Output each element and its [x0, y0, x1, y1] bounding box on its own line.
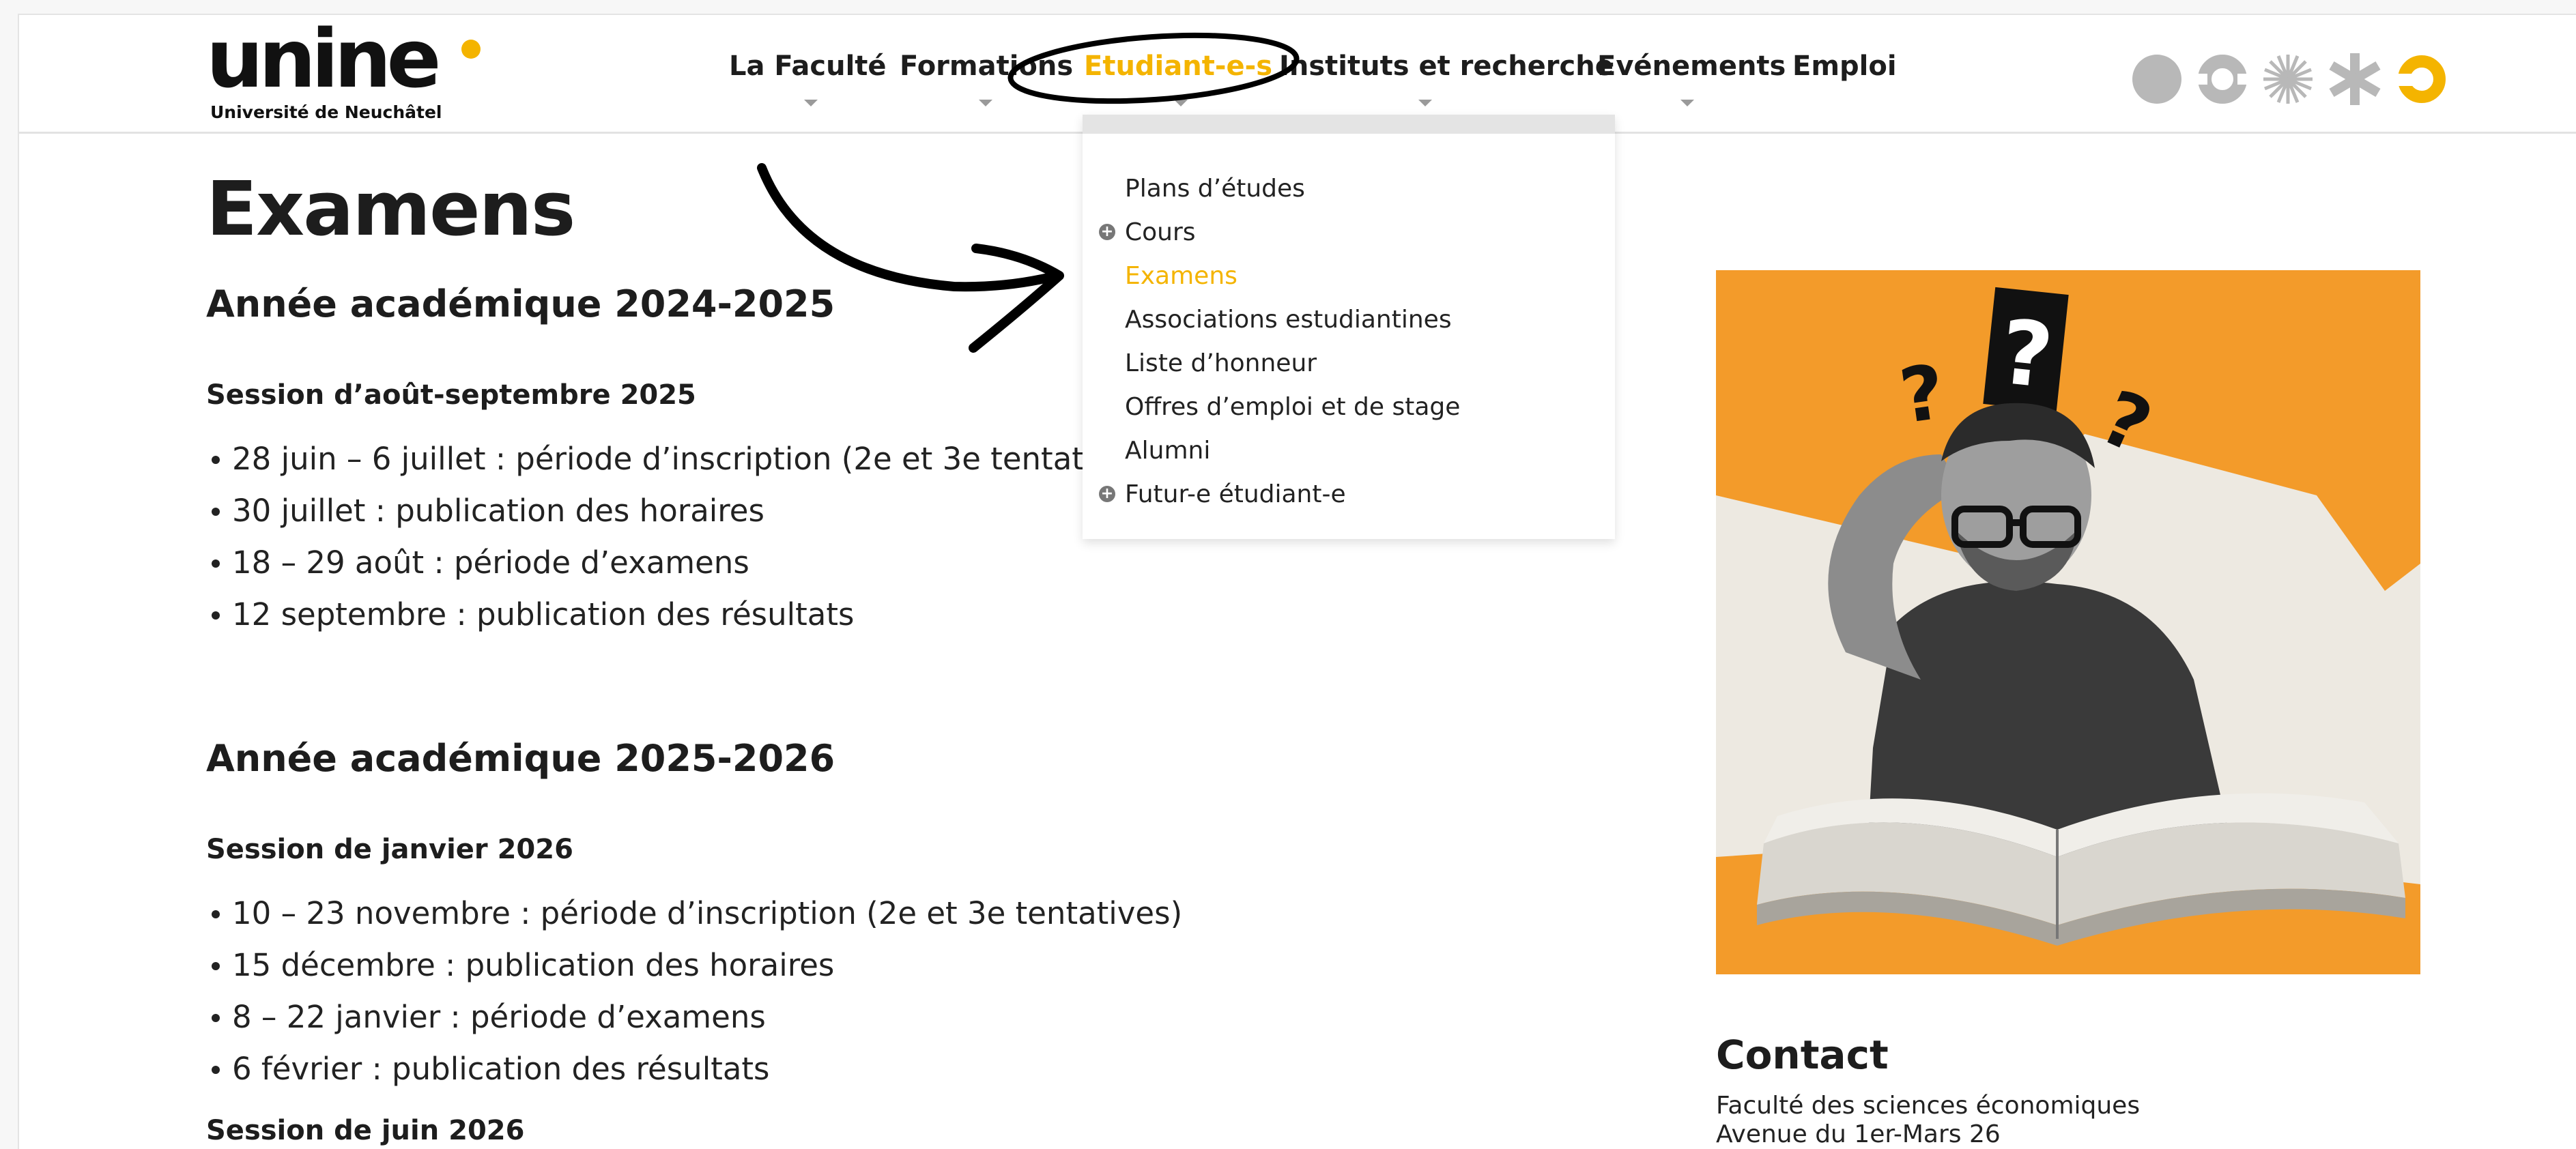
year-heading-2024-2025: Année académique 2024-2025 — [206, 282, 835, 325]
question-mark-card: ? — [1996, 300, 2058, 409]
logo-wordmark: unine — [206, 12, 441, 106]
expand-plus-icon[interactable]: + — [1099, 486, 1115, 502]
yellow-ring-icon[interactable] — [2396, 53, 2448, 105]
list-item: 6 février : publication des résultats — [212, 1051, 770, 1087]
list-item: 30 juillet : publication des horaires — [212, 493, 764, 529]
dropdown-item-examens[interactable]: Examens — [1125, 262, 1237, 290]
browser-page: unine Université de Neuchâtel La Faculté… — [18, 12, 2576, 1149]
session-heading-aout-septembre: Session d’août-septembre 2025 — [206, 379, 696, 411]
arrow-annotation-icon — [757, 163, 1061, 292]
ring-icon[interactable] — [2196, 53, 2248, 105]
nav-instituts-caret — [1418, 100, 1432, 106]
dropdown-top-bar — [1083, 115, 1615, 134]
nav-emploi[interactable]: Emploi — [1792, 50, 1897, 82]
year-heading-2025-2026: Année académique 2025-2026 — [206, 737, 835, 780]
asterisk-icon[interactable] — [2329, 53, 2381, 105]
nav-etudiant-e-s-caret — [1174, 100, 1188, 106]
list-item: 28 juin – 6 juillet : période d’inscript… — [212, 441, 1084, 477]
contact-line: Faculté des sciences économiques — [1716, 1092, 2141, 1120]
session-heading-juin: Session de juin 2026 — [206, 1115, 525, 1146]
nav-formations[interactable]: Formations — [900, 50, 1073, 82]
list-item: 15 décembre : publication des horaires — [211, 947, 835, 983]
contact-heading: Contact — [1716, 1032, 1889, 1078]
list-item: 10 – 23 novembre : période d’inscription… — [211, 895, 1183, 931]
dropdown-item-alumni[interactable]: Alumni — [1125, 437, 1210, 465]
unine-logo[interactable]: unine Université de Neuchâtel — [206, 12, 493, 128]
dropdown-item-offres-emploi[interactable]: Offres d’emploi et de stage — [1125, 393, 1460, 421]
nav-formations-caret — [979, 100, 992, 106]
nav-evenements[interactable]: Evénements — [1597, 50, 1786, 82]
list-item: 12 septembre : publication des résultats — [211, 596, 855, 632]
sunburst-icon[interactable] — [2262, 53, 2314, 105]
nav-evenements-caret — [1680, 100, 1694, 106]
nav-etudiant-e-s[interactable]: Etudiant-e-s — [1084, 50, 1272, 82]
expand-plus-icon[interactable]: + — [1099, 224, 1115, 240]
dropdown-item-cours[interactable]: Cours — [1125, 218, 1196, 246]
etudiants-dropdown-menu: Plans d’études + Cours Examens Associati… — [1083, 115, 1615, 539]
circle-icon[interactable] — [2131, 53, 2183, 105]
contact-line: Avenue du 1er-Mars 26 — [1716, 1120, 2001, 1148]
session-heading-janvier: Session de janvier 2026 — [206, 834, 573, 865]
nav-la-faculte-caret — [804, 100, 818, 106]
logo-dot — [461, 40, 481, 59]
logo-subtitle: Université de Neuchâtel — [210, 102, 442, 122]
list-item: 8 – 22 janvier : période d’examens — [212, 999, 766, 1035]
dropdown-item-futur-etudiant[interactable]: Futur-e étudiant-e — [1125, 480, 1346, 508]
student-illustration: ? ? ? — [1716, 270, 2420, 974]
page-title: Examens — [206, 165, 575, 252]
list-item: 18 – 29 août : période d’examens — [212, 544, 749, 581]
dropdown-item-associations[interactable]: Associations estudiantines — [1125, 306, 1452, 334]
dropdown-item-liste-dhonneur[interactable]: Liste d’honneur — [1125, 349, 1317, 377]
nav-la-faculte[interactable]: La Faculté — [729, 50, 887, 82]
nav-instituts-et-recherche[interactable]: Instituts et recherche — [1279, 50, 1614, 82]
dropdown-item-plans-detudes[interactable]: Plans d’études — [1125, 175, 1305, 203]
